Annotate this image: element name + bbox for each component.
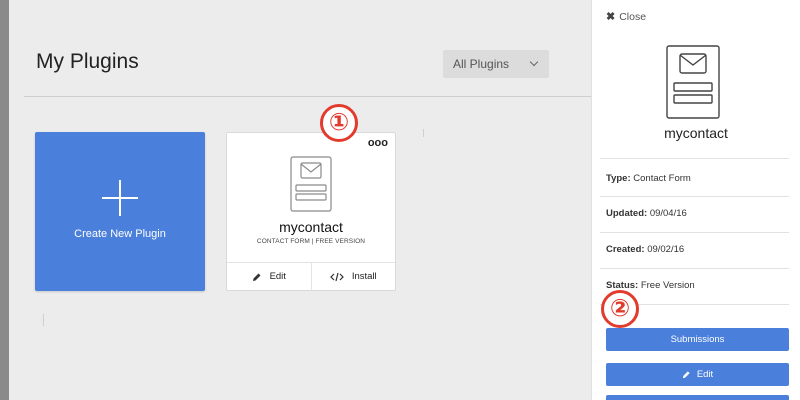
create-new-plugin-label: Create New Plugin [74, 228, 166, 240]
created-label: Created: [606, 244, 645, 255]
submissions-button[interactable]: Submissions [606, 328, 789, 351]
type-value: Contact Form [633, 173, 691, 184]
window-edge [0, 0, 9, 400]
annotation-badge-2: ② [601, 290, 639, 328]
page-title: My Plugins [36, 50, 139, 73]
updated-label: Updated: [606, 208, 648, 219]
pencil-icon [252, 273, 261, 281]
status-value: Free Version [640, 280, 695, 291]
divider [600, 268, 789, 269]
created-row: Created: 09/02/16 [606, 244, 789, 255]
close-icon: ✖ [606, 11, 616, 23]
contact-form-icon [666, 45, 720, 119]
divider-mark [43, 314, 44, 326]
install-label: Install [351, 271, 377, 282]
close-label: Close [619, 10, 647, 23]
install-button[interactable]: Install [310, 263, 396, 290]
panel-edit-button[interactable]: Edit [606, 363, 789, 386]
main-area: My Plugins All Plugins Create New Plugin… [9, 0, 591, 400]
submissions-label: Submissions [670, 334, 725, 345]
annotation-badge-1: ① [320, 104, 358, 142]
status-row: Status: Free Version [606, 280, 789, 291]
edit-label: Edit [269, 271, 286, 282]
close-button[interactable]: ✖ Close [606, 10, 647, 24]
updated-value: 09/04/16 [649, 208, 687, 219]
type-row: Type: Contact Form [606, 173, 789, 184]
chevron-down-icon [529, 57, 539, 67]
plugin-filter-dropdown[interactable]: All Plugins [443, 50, 549, 78]
panel-extra-button[interactable] [606, 395, 789, 400]
updated-row: Updated: 09/04/16 [606, 208, 789, 219]
plugin-actions: Edit Install [227, 262, 395, 290]
divider [600, 158, 789, 159]
panel-plugin-name: mycontact [664, 125, 728, 141]
divider-mark [423, 129, 424, 137]
create-new-plugin-card[interactable]: Create New Plugin [35, 132, 205, 291]
plus-icon-bar [102, 197, 138, 199]
contact-form-icon [290, 156, 332, 212]
plugin-card[interactable]: ooo mycontact CONTACT FORM | FREE VERSIO… [226, 132, 396, 291]
divider [600, 196, 789, 197]
edit-button[interactable]: Edit [227, 263, 311, 290]
created-value: 09/02/16 [647, 244, 685, 255]
more-options-icon[interactable]: ooo [368, 137, 388, 149]
panel-edit-label: Edit [696, 369, 714, 380]
pencil-icon [682, 371, 690, 379]
divider [600, 232, 789, 233]
plugin-name: mycontact [279, 219, 343, 235]
filter-selected-value: All Plugins [453, 57, 510, 71]
header-divider [24, 96, 591, 97]
plugin-meta: CONTACT FORM | FREE VERSION [256, 238, 366, 245]
plugin-details-panel: ✖ Close mycontact Type: Contact Form Upd… [591, 0, 800, 400]
type-label: Type: [606, 173, 631, 184]
code-icon [329, 272, 344, 281]
